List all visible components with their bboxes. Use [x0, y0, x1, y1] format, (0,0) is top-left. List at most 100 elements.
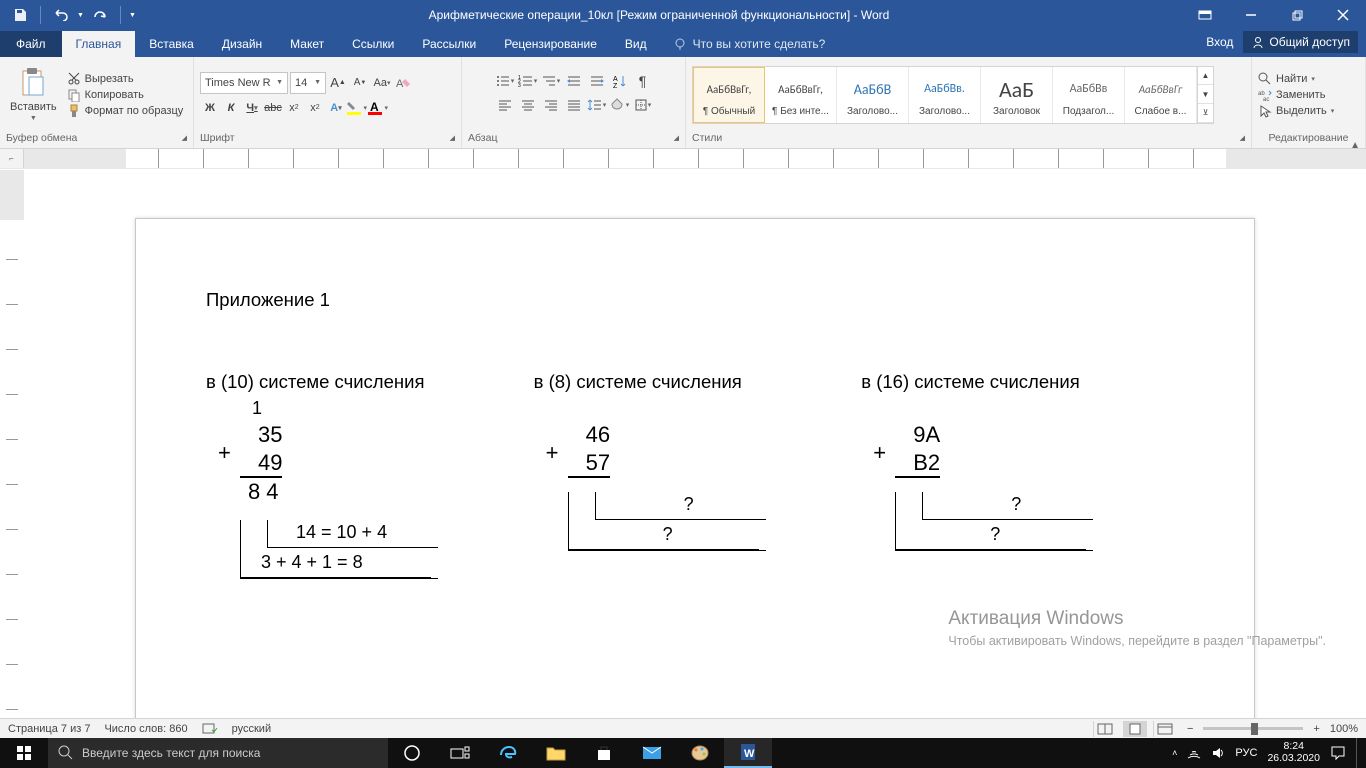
paint-icon[interactable]	[676, 738, 724, 768]
style-no-spacing[interactable]: АаБбВвГг,¶ Без инте...	[765, 67, 837, 123]
spellcheck-icon[interactable]	[202, 722, 218, 736]
web-layout-icon[interactable]	[1153, 721, 1177, 737]
text-effects-icon[interactable]: A▾	[326, 98, 346, 118]
horizontal-ruler[interactable]: ⌐	[0, 149, 1366, 169]
network-icon[interactable]	[1187, 746, 1201, 760]
tab-view[interactable]: Вид	[611, 31, 661, 57]
copy-button[interactable]: Копировать	[67, 88, 184, 102]
zoom-level[interactable]: 100%	[1330, 723, 1358, 735]
strikethrough-button[interactable]: abc	[263, 98, 283, 118]
print-layout-icon[interactable]	[1123, 721, 1147, 737]
maximize-button[interactable]	[1274, 0, 1320, 30]
undo-dropdown-icon[interactable]: ▼	[77, 12, 84, 19]
style-normal[interactable]: АаБбВвГг,¶ Обычный	[693, 67, 765, 123]
increase-indent-icon[interactable]	[586, 71, 608, 91]
font-color-icon[interactable]: A▾	[368, 98, 388, 118]
subscript-button[interactable]: x2	[284, 98, 304, 118]
tab-home[interactable]: Главная	[62, 31, 136, 57]
tab-mailings[interactable]: Рассылки	[408, 31, 490, 57]
explorer-icon[interactable]	[532, 738, 580, 768]
share-button[interactable]: Общий доступ	[1243, 31, 1358, 53]
edge-icon[interactable]	[484, 738, 532, 768]
cut-button[interactable]: Вырезать	[67, 72, 184, 86]
start-button[interactable]	[0, 738, 48, 768]
task-view-icon[interactable]	[436, 738, 484, 768]
numbering-icon[interactable]: 123▾	[517, 71, 539, 91]
shading-icon[interactable]: ▾	[609, 95, 631, 115]
dialog-launcher-icon[interactable]: ◢	[674, 134, 679, 142]
cortana-icon[interactable]	[388, 738, 436, 768]
dialog-launcher-icon[interactable]: ◢	[182, 134, 187, 142]
find-button[interactable]: Найти ▾	[1258, 72, 1334, 86]
dialog-launcher-icon[interactable]: ◢	[450, 134, 455, 142]
tab-file[interactable]: Файл	[0, 31, 62, 57]
style-heading2[interactable]: АаБбВв.Заголово...	[909, 67, 981, 123]
undo-icon[interactable]	[49, 3, 73, 27]
highlight-icon[interactable]: ▾	[347, 98, 367, 118]
tray-clock[interactable]: 8:24 26.03.2020	[1267, 741, 1320, 764]
zoom-slider[interactable]	[1203, 727, 1303, 730]
align-left-icon[interactable]	[494, 95, 516, 115]
vertical-ruler[interactable]	[0, 170, 24, 718]
styles-scroll[interactable]: ▲▼⊻	[1197, 67, 1213, 123]
styles-gallery[interactable]: АаБбВвГг,¶ Обычный АаБбВвГг,¶ Без инте..…	[692, 66, 1214, 124]
ribbon-display-icon[interactable]	[1182, 0, 1228, 30]
show-desktop-button[interactable]	[1356, 738, 1362, 768]
select-button[interactable]: Выделить ▾	[1258, 104, 1334, 118]
shrink-font-icon[interactable]: A▼	[350, 73, 370, 93]
borders-icon[interactable]: ▾	[632, 95, 654, 115]
signin-link[interactable]: Вход	[1206, 35, 1233, 49]
line-spacing-icon[interactable]: ▾	[586, 95, 608, 115]
change-case-icon[interactable]: Aa▾	[372, 73, 392, 93]
font-name-combo[interactable]: Times New R▼	[200, 72, 288, 94]
mail-icon[interactable]	[628, 738, 676, 768]
show-marks-icon[interactable]: ¶	[632, 71, 654, 91]
style-title[interactable]: АаБЗаголовок	[981, 67, 1053, 123]
store-icon[interactable]	[580, 738, 628, 768]
style-subtle[interactable]: АаБбВвГгСлабое в...	[1125, 67, 1197, 123]
sort-icon[interactable]: AZ	[609, 71, 631, 91]
justify-icon[interactable]	[563, 95, 585, 115]
bullets-icon[interactable]: ▾	[494, 71, 516, 91]
tell-me-search[interactable]: Что вы хотите сделать?	[673, 37, 826, 57]
replace-button[interactable]: abacЗаменить	[1258, 88, 1334, 102]
zoom-out-icon[interactable]: −	[1183, 723, 1197, 735]
taskbar-search[interactable]: Введите здесь текст для поиска	[48, 738, 388, 768]
align-center-icon[interactable]	[517, 95, 539, 115]
bold-button[interactable]: Ж	[200, 98, 220, 118]
format-painter-button[interactable]: Формат по образцу	[67, 104, 184, 118]
tab-selector-icon[interactable]: ⌐	[0, 149, 24, 168]
status-lang[interactable]: русский	[232, 723, 271, 735]
style-heading1[interactable]: АаБбВЗаголово...	[837, 67, 909, 123]
tab-layout[interactable]: Макет	[276, 31, 338, 57]
dialog-launcher-icon[interactable]: ◢	[1240, 134, 1245, 142]
tab-review[interactable]: Рецензирование	[490, 31, 611, 57]
tab-design[interactable]: Дизайн	[208, 31, 276, 57]
tray-lang[interactable]: РУС	[1235, 747, 1257, 759]
style-subtitle[interactable]: АаБбВвПодзагол...	[1053, 67, 1125, 123]
clear-format-icon[interactable]: A	[394, 73, 414, 93]
tray-expand-icon[interactable]: ˄	[1172, 748, 1177, 758]
zoom-in-icon[interactable]: +	[1309, 723, 1323, 735]
close-button[interactable]	[1320, 0, 1366, 30]
decrease-indent-icon[interactable]	[563, 71, 585, 91]
tab-references[interactable]: Ссылки	[338, 31, 408, 57]
action-center-icon[interactable]	[1330, 745, 1346, 761]
status-page[interactable]: Страница 7 из 7	[8, 723, 90, 735]
font-size-combo[interactable]: 14▼	[290, 72, 326, 94]
read-mode-icon[interactable]	[1093, 721, 1117, 737]
multilevel-icon[interactable]: ▾	[540, 71, 562, 91]
superscript-button[interactable]: x2	[305, 98, 325, 118]
minimize-button[interactable]	[1228, 0, 1274, 30]
qat-customize-icon[interactable]: ▼	[129, 12, 136, 19]
tab-insert[interactable]: Вставка	[135, 31, 208, 57]
redo-icon[interactable]	[88, 3, 112, 27]
paste-button[interactable]: Вставить ▼	[6, 65, 61, 124]
grow-font-icon[interactable]: A▲	[328, 73, 348, 93]
italic-button[interactable]: К	[221, 98, 241, 118]
save-icon[interactable]	[8, 3, 32, 27]
word-icon[interactable]: W	[724, 738, 772, 768]
underline-button[interactable]: Ч▾	[242, 98, 262, 118]
align-right-icon[interactable]	[540, 95, 562, 115]
status-words[interactable]: Число слов: 860	[104, 723, 187, 735]
